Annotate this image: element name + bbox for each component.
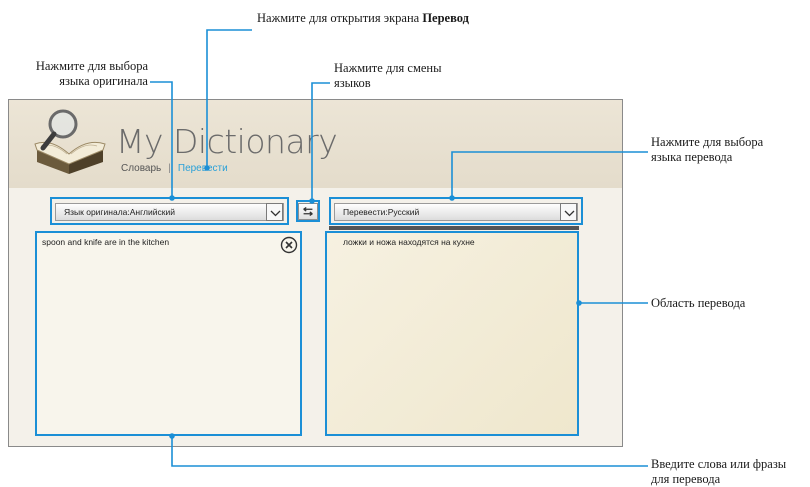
main-nav: Словарь | Перевести [121, 163, 228, 174]
callout-result-area: Область перевода [651, 296, 746, 310]
tab-dictionary[interactable]: Словарь [121, 163, 161, 174]
translation-result-area [325, 231, 579, 436]
app-header: My Dictionary Словарь | Перевести [9, 100, 622, 188]
source-text-input[interactable] [35, 231, 302, 436]
source-text-value: spoon and knife are in the kitchen [42, 237, 170, 247]
highlight-swap-button [296, 200, 320, 222]
callout-source-language: Нажмите для выбора языка оригинала [35, 59, 148, 88]
result-progress-bar [329, 226, 579, 230]
translation-result-text: ложки и ножа находятся на кухне [343, 237, 475, 247]
callout-open-translate: Нажмите для открытия экрана Перевод [257, 11, 469, 25]
nav-separator: | [168, 163, 171, 174]
callout-target-language: Нажмите для выбора языка перевода [651, 135, 764, 164]
callout-swap-languages: Нажмите для смены языков [334, 61, 442, 90]
app-title: My Dictionary [116, 122, 338, 161]
dictionary-book-icon [34, 109, 106, 174]
clear-icon[interactable] [280, 236, 298, 254]
tab-translate[interactable]: Перевести [178, 163, 228, 174]
highlight-source-select [50, 197, 289, 225]
callout-input-words: Введите слова или фразы для перевода [651, 457, 787, 486]
highlight-target-select [329, 197, 583, 225]
